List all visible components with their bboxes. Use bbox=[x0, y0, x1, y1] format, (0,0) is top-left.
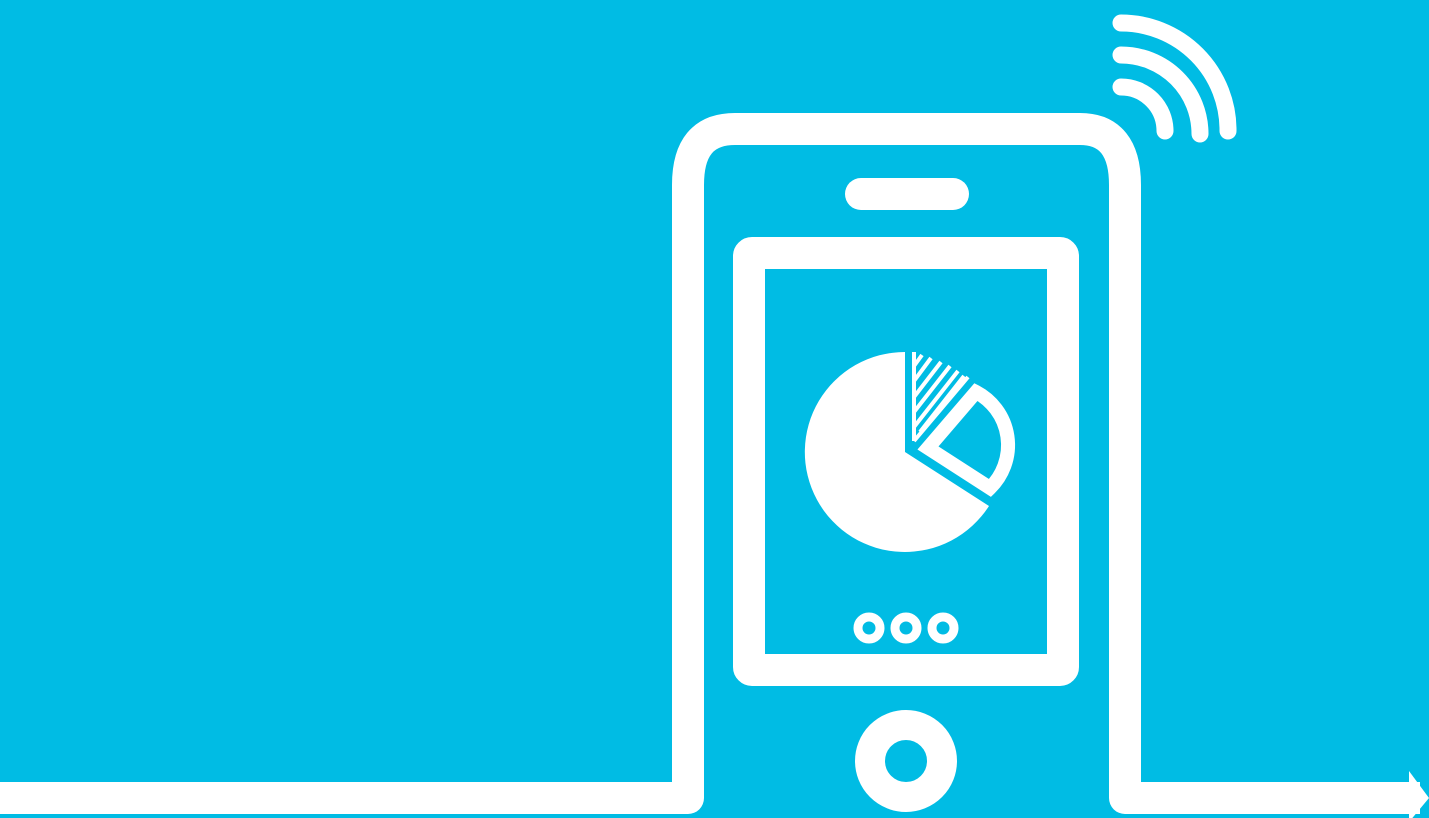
pagination-dot bbox=[927, 612, 959, 644]
phone-outline-icon bbox=[0, 113, 1420, 814]
phone-illustration bbox=[0, 14, 1429, 818]
pie-chart-icon bbox=[804, 351, 1016, 552]
pagination-dots-icon bbox=[853, 612, 959, 644]
pagination-dot bbox=[853, 612, 885, 644]
illustration-stage bbox=[0, 0, 1429, 818]
wifi-signal-icon bbox=[1112, 14, 1237, 143]
home-button-icon bbox=[855, 710, 957, 812]
pagination-dot bbox=[890, 612, 922, 644]
